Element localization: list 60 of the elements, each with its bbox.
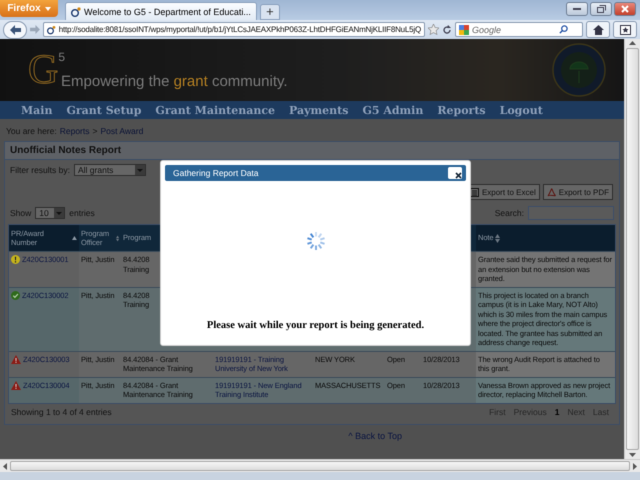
- breadcrumb-separator: >: [92, 126, 98, 136]
- scroll-right-icon[interactable]: [633, 462, 637, 470]
- horizontal-scrollbar[interactable]: [0, 459, 640, 472]
- scroll-down-icon[interactable]: [629, 453, 636, 457]
- entries-label: entries: [69, 208, 95, 218]
- home-icon: [592, 24, 604, 34]
- address-bar[interactable]: http://sodalite:8081/ssoINT/wps/myportal/!ut/p/b1/jYtLCsJAEAXPkhP063Z-LhtDHFGiEANmNjKLIIF8NuL5jQ: [43, 22, 425, 37]
- back-button[interactable]: [3, 20, 27, 38]
- firefox-menu-button[interactable]: Firefox: [0, 0, 58, 17]
- back-to-top-link[interactable]: ^ Back to Top: [348, 430, 402, 440]
- search-icon[interactable]: [559, 25, 568, 34]
- panel-title: Unofficial Notes Report: [5, 142, 619, 160]
- filter-label: Filter results by:: [10, 165, 70, 175]
- home-button[interactable]: [586, 21, 610, 38]
- seal-icon: [552, 43, 606, 97]
- search-box[interactable]: Google: [455, 22, 583, 37]
- reload-icon[interactable]: [442, 24, 452, 34]
- dropdown-caret-icon: [135, 165, 145, 175]
- search-engine-icon[interactable]: [459, 24, 469, 34]
- pdf-icon: [546, 188, 556, 196]
- dialog-title: Gathering Report Data: [173, 168, 259, 178]
- breadcrumb-label: You are here:: [6, 126, 57, 136]
- restore-icon[interactable]: [590, 2, 612, 16]
- filter-dropdown[interactable]: All grants: [74, 164, 146, 176]
- dropdown-caret-icon: [54, 208, 64, 218]
- scroll-left-icon[interactable]: [3, 462, 7, 470]
- menu-item[interactable]: Logout: [492, 104, 550, 116]
- page-size-dropdown[interactable]: 10: [35, 207, 66, 219]
- loading-spinner-icon: [306, 231, 326, 251]
- table-info: Showing 1 to 4 of 4 entries: [11, 406, 112, 416]
- back-arrow-icon: [10, 24, 20, 34]
- menu-item[interactable]: Main: [14, 104, 60, 116]
- star-icon[interactable]: [428, 24, 439, 35]
- vertical-scrollbar[interactable]: [624, 39, 640, 459]
- close-button[interactable]: [448, 167, 462, 179]
- table-search-field[interactable]: [528, 206, 614, 220]
- pagination-link[interactable]: 1: [550, 406, 564, 416]
- browser-tab[interactable]: Welcome to G5 - Department of Educati...: [65, 2, 257, 20]
- scroll-up-icon[interactable]: [629, 41, 636, 45]
- breadcrumb-link[interactable]: Post Award: [100, 126, 144, 136]
- spreadsheet-icon: [470, 188, 479, 196]
- new-tab-button[interactable]: +: [260, 4, 280, 20]
- show-label: Show: [10, 208, 32, 218]
- close-icon: [455, 172, 462, 179]
- menu-item[interactable]: Payments: [282, 104, 356, 116]
- breadcrumb-link[interactable]: Reports: [60, 126, 90, 136]
- export-button[interactable]: Export to PDF: [542, 184, 613, 200]
- minimize-icon[interactable]: [566, 2, 588, 16]
- menu-item[interactable]: G5 Admin: [355, 104, 430, 116]
- bookmarks-button[interactable]: [613, 21, 637, 38]
- site-favicon-icon: [71, 6, 81, 16]
- caret-icon: [44, 6, 51, 10]
- menu-item[interactable]: Grant Setup: [59, 104, 148, 116]
- menu-item[interactable]: Grant Maintenance: [148, 104, 282, 116]
- close-icon[interactable]: [614, 2, 636, 16]
- search-label: Search:: [494, 208, 524, 218]
- menu-item[interactable]: Reports: [430, 104, 493, 116]
- site-favicon-icon: [47, 24, 56, 34]
- bookmark-star-icon: [620, 24, 630, 34]
- search-field[interactable]: Google: [472, 24, 556, 34]
